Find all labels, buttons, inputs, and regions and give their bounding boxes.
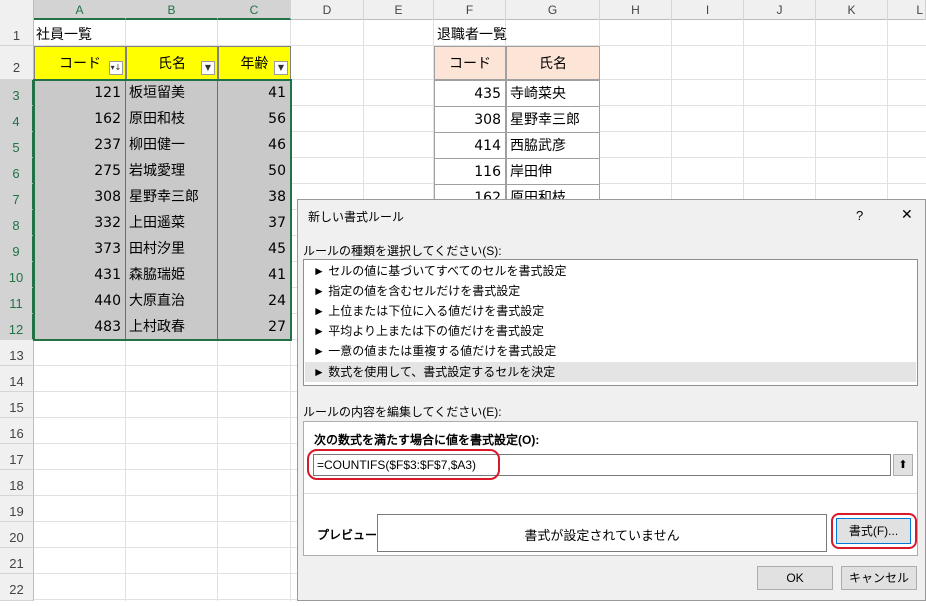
row-header[interactable]: 22: [0, 574, 34, 601]
rule-type-item[interactable]: ► 一意の値または重複する値だけを書式設定: [305, 341, 916, 361]
edit-rule-label: ルールの内容を編集してください(E):: [303, 405, 502, 419]
header-age-label: 年齢: [240, 56, 269, 72]
row-header[interactable]: 18: [0, 470, 34, 496]
rule-type-item[interactable]: ► 上位または下位に入る値だけを書式設定: [305, 301, 916, 321]
rule-type-item[interactable]: ► セルの値に基づいてすべてのセルを書式設定: [305, 261, 916, 281]
row-header[interactable]: 21: [0, 548, 34, 574]
column-header-k[interactable]: K: [816, 0, 888, 20]
column-header-i[interactable]: I: [672, 0, 744, 20]
column-header-b[interactable]: B: [126, 0, 218, 20]
row-header[interactable]: 6: [0, 158, 34, 184]
header-name-label: 氏名: [158, 56, 186, 72]
rule-type-list[interactable]: ► セルの値に基づいてすべてのセルを書式設定 ► 指定の値を含むセルだけを書式設…: [303, 259, 918, 386]
column-header-c[interactable]: C: [218, 0, 291, 20]
preview-label: プレビュー:: [317, 528, 381, 542]
preview-box: 書式が設定されていません: [377, 514, 827, 552]
retiree-list-title: 退職者一覧: [437, 27, 507, 43]
format-button-highlight: [831, 513, 917, 549]
row-header[interactable]: 15: [0, 392, 34, 418]
row-header[interactable]: 9: [0, 236, 34, 262]
retiree-code-cell[interactable]: 116: [434, 158, 506, 185]
ok-button[interactable]: OK: [757, 566, 833, 590]
retiree-code-cell[interactable]: 435: [434, 80, 506, 107]
column-header-h[interactable]: H: [600, 0, 672, 20]
row-header[interactable]: 3: [0, 80, 34, 106]
column-header-d[interactable]: D: [291, 0, 364, 20]
close-icon[interactable]: ✕: [901, 206, 913, 223]
column-header-j[interactable]: J: [744, 0, 816, 20]
retiree-code-cell[interactable]: 414: [434, 132, 506, 159]
formula-highlight: [307, 449, 500, 480]
filter-dropdown-icon[interactable]: ▼: [201, 61, 215, 75]
retiree-header-code[interactable]: コード: [434, 46, 506, 80]
row-header[interactable]: 8: [0, 210, 34, 236]
row-header[interactable]: 13: [0, 340, 34, 366]
new-formatting-rule-dialog: 新しい書式ルール ? ✕ ルールの種類を選択してください(S): ► セルの値に…: [297, 199, 926, 601]
column-header-l[interactable]: L: [888, 0, 926, 20]
sort-filter-icon[interactable]: ▾↓: [109, 61, 123, 75]
dialog-title: 新しい書式ルール: [308, 210, 405, 224]
row-header[interactable]: 5: [0, 132, 34, 158]
row-header[interactable]: 4: [0, 106, 34, 132]
retiree-code-cell[interactable]: 308: [434, 106, 506, 133]
row-header[interactable]: 16: [0, 418, 34, 444]
formula-label: 次の数式を満たす場合に値を書式設定(O):: [314, 433, 540, 447]
retiree-name-cell[interactable]: 星野幸三郎: [506, 106, 600, 133]
row-header[interactable]: 7: [0, 184, 34, 210]
selection-border: [33, 79, 292, 341]
collapse-dialog-icon[interactable]: ⬆: [893, 454, 913, 476]
column-header-g[interactable]: G: [506, 0, 600, 20]
divider: [304, 493, 917, 494]
row-header[interactable]: 1: [0, 20, 34, 46]
preview-text: 書式が設定されていません: [524, 528, 680, 543]
rule-type-item[interactable]: ► 指定の値を含むセルだけを書式設定: [305, 281, 916, 301]
rule-type-item[interactable]: ► 平均より上または下の値だけを書式設定: [305, 321, 916, 341]
rule-type-item-selected[interactable]: ► 数式を使用して、書式設定するセルを決定: [305, 362, 916, 382]
rule-type-label: ルールの種類を選択してください(S):: [303, 244, 502, 258]
retiree-header-name[interactable]: 氏名: [506, 46, 600, 80]
row-header[interactable]: 14: [0, 366, 34, 392]
retiree-name-cell[interactable]: 寺崎菜央: [506, 80, 600, 107]
help-icon[interactable]: ?: [856, 208, 863, 223]
column-header-f[interactable]: F: [434, 0, 506, 20]
column-header-e[interactable]: E: [364, 0, 434, 20]
filter-dropdown-icon[interactable]: ▼: [274, 61, 288, 75]
cancel-button[interactable]: キャンセル: [841, 566, 917, 590]
row-header[interactable]: 19: [0, 496, 34, 522]
employee-list-title: 社員一覧: [36, 27, 92, 43]
row-header[interactable]: 11: [0, 288, 34, 314]
retiree-name-cell[interactable]: 西脇武彦: [506, 132, 600, 159]
row-header[interactable]: 20: [0, 522, 34, 548]
row-header[interactable]: 17: [0, 444, 34, 470]
retiree-name-cell[interactable]: 岸田伸: [506, 158, 600, 185]
select-all-corner[interactable]: [0, 0, 34, 20]
rule-description-panel: 次の数式を満たす場合に値を書式設定(O): =COUNTIFS($F$3:$F$…: [303, 421, 918, 556]
column-header-a[interactable]: A: [34, 0, 126, 20]
header-code-label: コード: [59, 56, 101, 72]
row-header[interactable]: 2: [0, 46, 34, 80]
row-header[interactable]: 12: [0, 314, 34, 340]
row-header[interactable]: 10: [0, 262, 34, 288]
